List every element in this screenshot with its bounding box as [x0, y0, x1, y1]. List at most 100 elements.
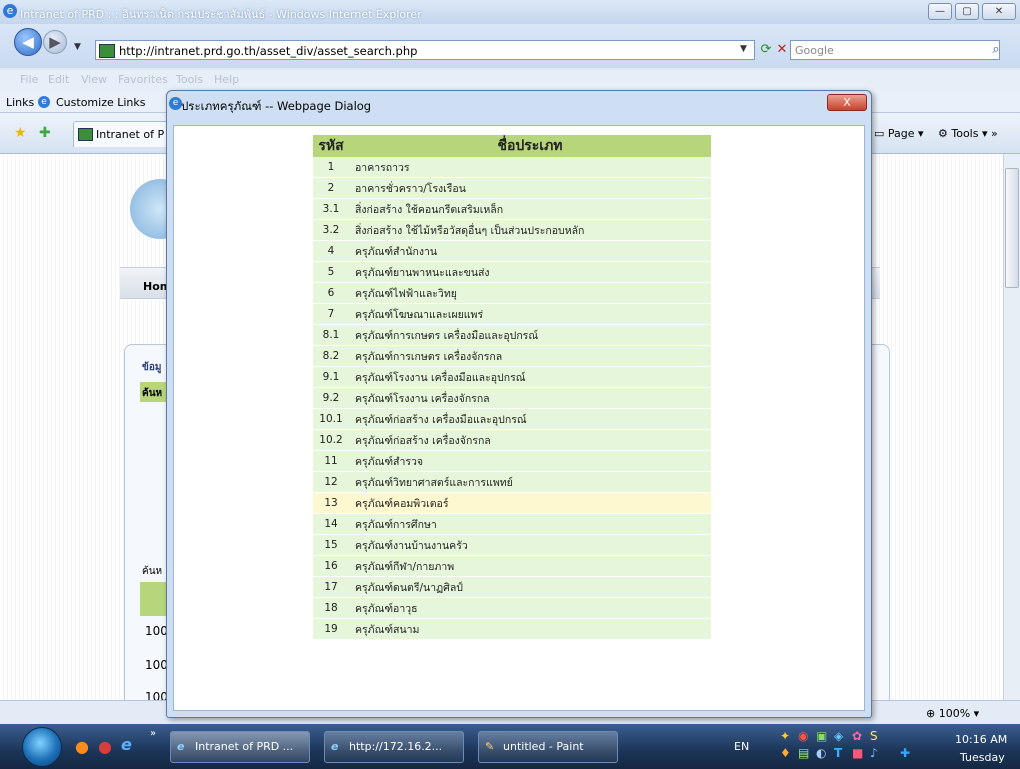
table-row[interactable]: 6 ครุภัณฑ์ไฟฟ้าและวิทยุ	[313, 282, 711, 304]
tray-icon[interactable]: T	[834, 746, 842, 760]
type-name[interactable]: ครุภัณฑ์คอมพิวเตอร์	[349, 492, 711, 514]
refresh-icon[interactable]: ⟳	[757, 40, 775, 60]
page-scrollbar[interactable]	[1003, 154, 1020, 700]
dialog-close-button[interactable]: X	[827, 94, 867, 111]
type-name[interactable]: ครุภัณฑ์ก่อสร้าง เครื่องมือและอุปกรณ์	[349, 408, 711, 430]
type-name[interactable]: สิ่งก่อสร้าง ใช้ไม้หรือวัสดุอื่นๆ เป็นส่…	[349, 219, 711, 241]
type-name[interactable]: ครุภัณฑ์ดนตรี/นาฏศิลป์	[349, 576, 711, 598]
menu-edit[interactable]: Edit	[48, 73, 69, 86]
type-name[interactable]: ครุภัณฑ์โรงงาน เครื่องจักรกล	[349, 387, 711, 409]
menu-favorites[interactable]: Favorites	[118, 73, 168, 86]
language-indicator[interactable]: EN	[734, 740, 749, 753]
table-row[interactable]: 7 ครุภัณฑ์โฆษณาและเผยแพร่	[313, 303, 711, 325]
menu-help[interactable]: Help	[214, 73, 239, 86]
table-row[interactable]: 4 ครุภัณฑ์สำนักงาน	[313, 240, 711, 262]
page-icon: ▭	[874, 127, 885, 140]
table-row[interactable]: 14 ครุภัณฑ์การศึกษา	[313, 513, 711, 535]
forward-button[interactable]: ▶	[43, 30, 67, 54]
table-row[interactable]: 8.1 ครุภัณฑ์การเกษตร เครื่องมือและอุปกรณ์	[313, 324, 711, 346]
start-button[interactable]	[22, 727, 62, 767]
type-name[interactable]: ครุภัณฑ์การเกษตร เครื่องมือและอุปกรณ์	[349, 324, 711, 346]
type-name[interactable]: อาคารชั่วคราว/โรงเรือน	[349, 177, 711, 199]
table-row[interactable]: 10.1 ครุภัณฑ์ก่อสร้าง เครื่องมือและอุปกรณ…	[313, 408, 711, 430]
quicklaunch-firefox-icon[interactable]: ●	[75, 737, 89, 756]
tray-icon[interactable]: ■	[852, 746, 863, 760]
tools-menu-button[interactable]: ⚙ Tools ▾ »	[938, 127, 998, 140]
table-row[interactable]: 12 ครุภัณฑ์วิทยาศาสตร์และการแพทย์	[313, 471, 711, 493]
table-row[interactable]: 19 ครุภัณฑ์สนาม	[313, 618, 711, 640]
type-name[interactable]: ครุภัณฑ์การเกษตร เครื่องจักรกล	[349, 345, 711, 367]
minimize-button[interactable]: —	[928, 3, 952, 20]
tray-icon[interactable]: ◐	[816, 746, 826, 760]
table-row[interactable]: 5 ครุภัณฑ์ยานพาหนะและขนส่ง	[313, 261, 711, 283]
type-name[interactable]: อาคารถาวร	[349, 157, 711, 178]
tray-icon[interactable]: ✦	[780, 729, 790, 743]
menu-file[interactable]: File	[20, 73, 38, 86]
type-name[interactable]: สิ่งก่อสร้าง ใช้คอนกรีตเสริมเหล็ก	[349, 198, 711, 220]
table-row[interactable]: 17 ครุภัณฑ์ดนตรี/นาฏศิลป์	[313, 576, 711, 598]
type-name[interactable]: ครุภัณฑ์ยานพาหนะและขนส่ง	[349, 261, 711, 283]
quicklaunch-more-icon[interactable]: »	[150, 728, 156, 739]
type-name[interactable]: ครุภัณฑ์โฆษณาและเผยแพร่	[349, 303, 711, 325]
page-menu-button[interactable]: ▭ Page ▾	[874, 127, 924, 140]
back-button[interactable]: ◀	[14, 28, 42, 56]
tab-intranet[interactable]: Intranet of P	[73, 121, 173, 147]
recent-pages-dropdown[interactable]: ▼	[74, 42, 81, 52]
volume-icon[interactable]: ♪	[870, 746, 878, 760]
menu-tools[interactable]: Tools	[176, 73, 203, 86]
table-row[interactable]: 2 อาคารชั่วคราว/โรงเรือน	[313, 177, 711, 199]
type-name[interactable]: ครุภัณฑ์สำรวจ	[349, 450, 711, 472]
menu-view[interactable]: View	[81, 73, 107, 86]
clock-time[interactable]: 10:16 AM	[955, 733, 1007, 746]
quicklaunch-app-icon[interactable]: ●	[98, 737, 112, 756]
type-name[interactable]: ครุภัณฑ์วิทยาศาสตร์และการแพทย์	[349, 471, 711, 493]
table-row[interactable]: 8.2 ครุภัณฑ์การเกษตร เครื่องจักรกล	[313, 345, 711, 367]
add-favorites-icon[interactable]: ✚	[39, 125, 51, 141]
network-icon[interactable]: ✚	[900, 746, 910, 760]
type-code: 5	[313, 261, 349, 283]
table-row[interactable]: 13 ครุภัณฑ์คอมพิวเตอร์	[313, 492, 711, 514]
table-row[interactable]: 16 ครุภัณฑ์กีฬา/กายภาพ	[313, 555, 711, 577]
zoom-level[interactable]: ⊕ 100% ▾	[926, 707, 979, 720]
address-dropdown-icon[interactable]: ▼	[740, 44, 747, 54]
table-row[interactable]: 1 อาคารถาวร	[313, 157, 711, 178]
scrollbar-thumb[interactable]	[1005, 168, 1019, 288]
tray-icon[interactable]: ▣	[816, 729, 827, 743]
type-name[interactable]: ครุภัณฑ์สนาม	[349, 618, 711, 640]
table-row[interactable]: 9.1 ครุภัณฑ์โรงงาน เครื่องมือและอุปกรณ์	[313, 366, 711, 388]
tray-icon[interactable]: ◉	[798, 729, 808, 743]
search-icon[interactable]: ⌕	[986, 40, 1006, 60]
table-row[interactable]: 3.2 สิ่งก่อสร้าง ใช้ไม้หรือวัสดุอื่นๆ เป็…	[313, 219, 711, 241]
customize-links-link[interactable]: Customize Links	[56, 96, 146, 109]
table-row[interactable]: 9.2 ครุภัณฑ์โรงงาน เครื่องจักรกล	[313, 387, 711, 409]
task-paint[interactable]: ✎ untitled - Paint	[478, 731, 618, 763]
table-row[interactable]: 18 ครุภัณฑ์อาวุธ	[313, 597, 711, 619]
type-name[interactable]: ครุภัณฑ์อาวุธ	[349, 597, 711, 619]
table-row[interactable]: 10.2 ครุภัณฑ์ก่อสร้าง เครื่องจักรกล	[313, 429, 711, 451]
type-name[interactable]: ครุภัณฑ์งานบ้านงานครัว	[349, 534, 711, 556]
type-code: 8.1	[313, 324, 349, 346]
tray-icon[interactable]: ▤	[798, 746, 809, 760]
favorites-star-icon[interactable]: ★	[14, 125, 27, 141]
quicklaunch-ie-icon[interactable]: e	[121, 735, 132, 754]
address-bar[interactable]: http://intranet.prd.go.th/asset_div/asse…	[95, 40, 755, 60]
close-window-button[interactable]: ✕	[982, 3, 1016, 20]
stop-icon[interactable]: ✕	[774, 40, 790, 60]
type-name[interactable]: ครุภัณฑ์การศึกษา	[349, 513, 711, 535]
table-row[interactable]: 11 ครุภัณฑ์สำรวจ	[313, 450, 711, 472]
type-name[interactable]: ครุภัณฑ์กีฬา/กายภาพ	[349, 555, 711, 577]
table-row[interactable]: 15 ครุภัณฑ์งานบ้านงานครัว	[313, 534, 711, 556]
search-input[interactable]: Google	[790, 40, 1000, 60]
tray-icon[interactable]: ✿	[852, 729, 862, 743]
task-http[interactable]: e http://172.16.2...	[324, 731, 464, 763]
maximize-button[interactable]: ▢	[955, 3, 979, 20]
type-name[interactable]: ครุภัณฑ์โรงงาน เครื่องมือและอุปกรณ์	[349, 366, 711, 388]
task-intranet[interactable]: e Intranet of PRD ...	[170, 731, 310, 763]
tray-icon[interactable]: ♦	[780, 746, 791, 760]
type-name[interactable]: ครุภัณฑ์ไฟฟ้าและวิทยุ	[349, 282, 711, 304]
tray-icon[interactable]: S	[870, 729, 878, 743]
type-name[interactable]: ครุภัณฑ์สำนักงาน	[349, 240, 711, 262]
table-row[interactable]: 3.1 สิ่งก่อสร้าง ใช้คอนกรีตเสริมเหล็ก	[313, 198, 711, 220]
tray-icon[interactable]: ◈	[834, 729, 843, 743]
type-name[interactable]: ครุภัณฑ์ก่อสร้าง เครื่องจักรกล	[349, 429, 711, 451]
